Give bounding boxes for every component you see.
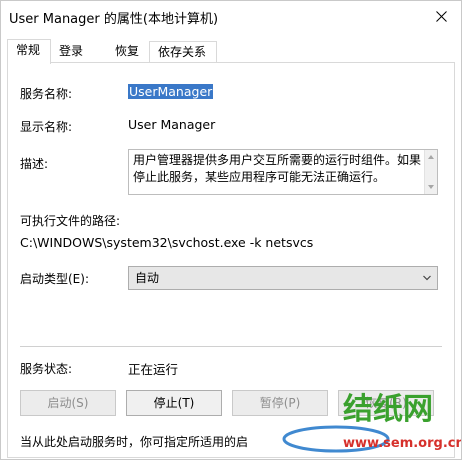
path-label: 可执行文件的路径: [20, 214, 121, 228]
path-value[interactable]: C:\WINDOWS\system32\svchost.exe -k netsv… [20, 235, 313, 250]
properties-dialog: User Manager 的属性(本地计算机) 常规 登录 恢复 依存关系 服务… [0, 0, 462, 460]
display-name-value[interactable]: User Manager [128, 117, 215, 132]
service-status-label: 服务状态: [20, 362, 73, 376]
stop-button[interactable]: 停止(T) [126, 390, 222, 416]
startup-type-value: 自动 [135, 271, 160, 285]
chevron-down-icon [423, 275, 431, 281]
watermark-url: www.sem.org.cn [343, 436, 461, 451]
description-textbox[interactable]: 用户管理器提供多用户交互所需要的运行时组件。如果停止此服务，某些应用程序可能无法… [128, 149, 438, 195]
service-name-value[interactable]: UserManager [128, 84, 214, 99]
tab-logon[interactable]: 登录 [51, 41, 91, 63]
footer-hint-text: 当从此处启动服务时，你可指定所适用的启 [20, 435, 249, 449]
tab-recovery[interactable]: 恢复 [107, 41, 147, 63]
tab-general[interactable]: 常规 [7, 39, 51, 64]
title-bar: User Manager 的属性(本地计算机) [1, 1, 461, 31]
description-label: 描述: [20, 157, 49, 171]
service-status-value: 正在运行 [128, 362, 179, 377]
site-watermark-logo: 结纸网 www.sem.org.cn [282, 392, 461, 453]
scroll-up-icon[interactable] [428, 155, 434, 159]
window-title: User Manager 的属性(本地计算机) [9, 12, 219, 27]
tab-dependencies[interactable]: 依存关系 [149, 41, 217, 63]
tab-strip: 常规 登录 恢复 依存关系 [7, 39, 455, 64]
startup-type-select[interactable]: 自动 [128, 266, 438, 290]
divider [20, 346, 442, 347]
description-scrollbar[interactable] [424, 150, 437, 194]
scroll-down-icon[interactable] [428, 185, 434, 189]
description-text: 用户管理器提供多用户交互所需要的运行时组件。如果停止此服务，某些应用程序可能无法… [133, 153, 422, 184]
close-button[interactable] [421, 1, 461, 31]
startup-type-label: 启动类型(E): [20, 272, 89, 286]
start-button[interactable]: 启动(S) [20, 390, 116, 416]
service-name-label: 服务名称: [20, 87, 73, 101]
display-name-label: 显示名称: [20, 120, 73, 134]
watermark-char-1: 结纸网 [343, 392, 433, 427]
close-icon [435, 10, 447, 22]
service-name-text: UserManager [128, 84, 214, 99]
